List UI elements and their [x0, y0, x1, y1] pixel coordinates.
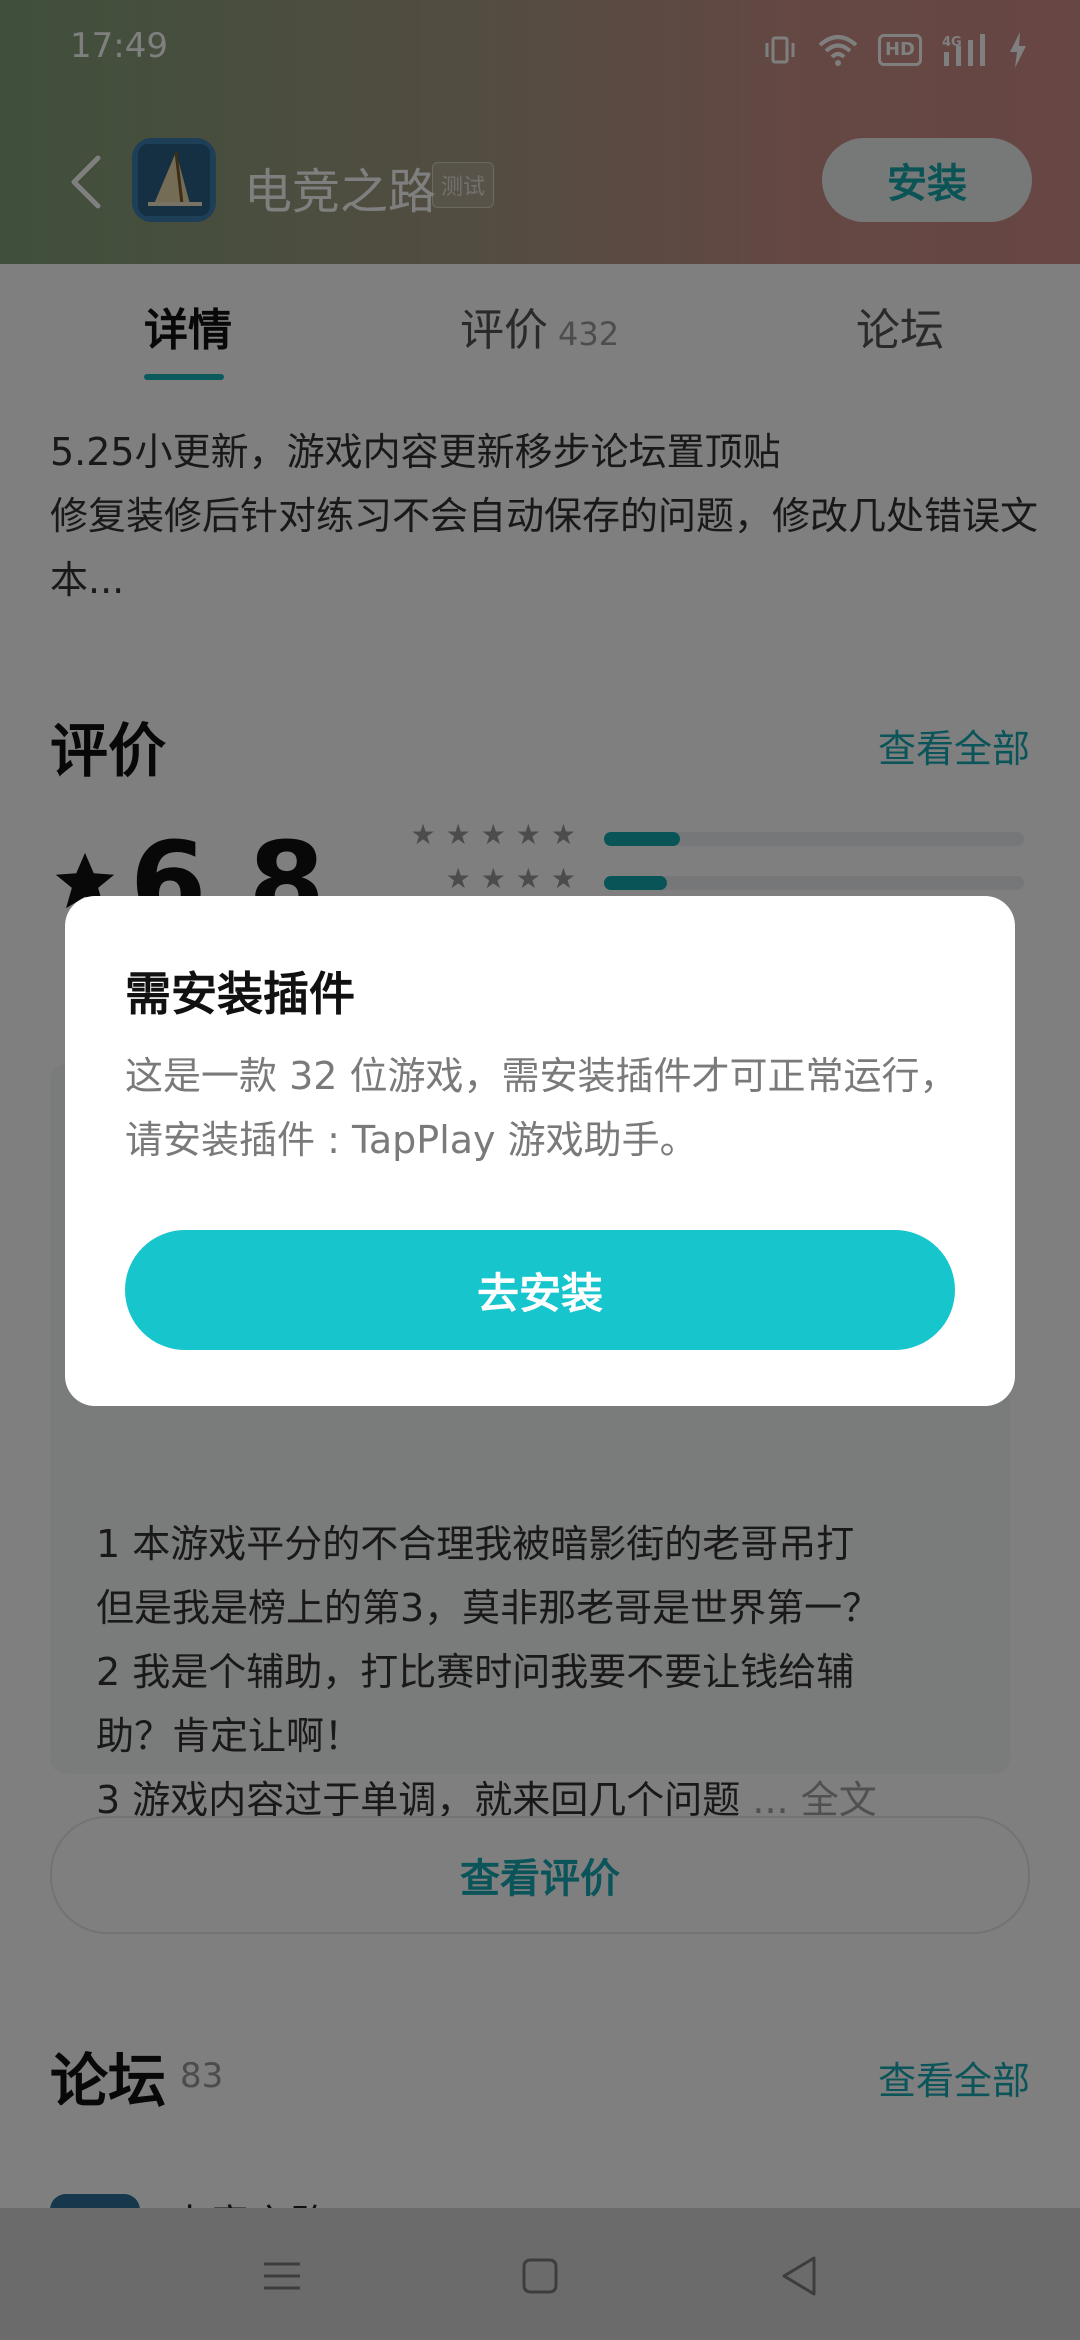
install-plugin-dialog: 需安装插件 这是一款 32 位游戏，需安装插件才可正常运行，请安装插件 : Ta…: [65, 896, 1015, 1406]
dialog-title: 需安装插件: [125, 967, 355, 1021]
system-nav-bar: [0, 2208, 1080, 2340]
app-detail-screen: 17:49 HD: [0, 0, 1080, 2340]
menu-icon: [264, 2262, 300, 2290]
back-triangle-icon: [782, 2256, 816, 2296]
go-install-button[interactable]: 去安装: [125, 1230, 955, 1350]
home-square-icon: [522, 2258, 558, 2294]
home-button[interactable]: [510, 2246, 570, 2306]
nav-back-button[interactable]: [770, 2246, 830, 2306]
dialog-message: 这是一款 32 位游戏，需安装插件才可正常运行，请安装插件 : TapPlay …: [125, 1054, 958, 1162]
menu-button[interactable]: [252, 2246, 312, 2306]
